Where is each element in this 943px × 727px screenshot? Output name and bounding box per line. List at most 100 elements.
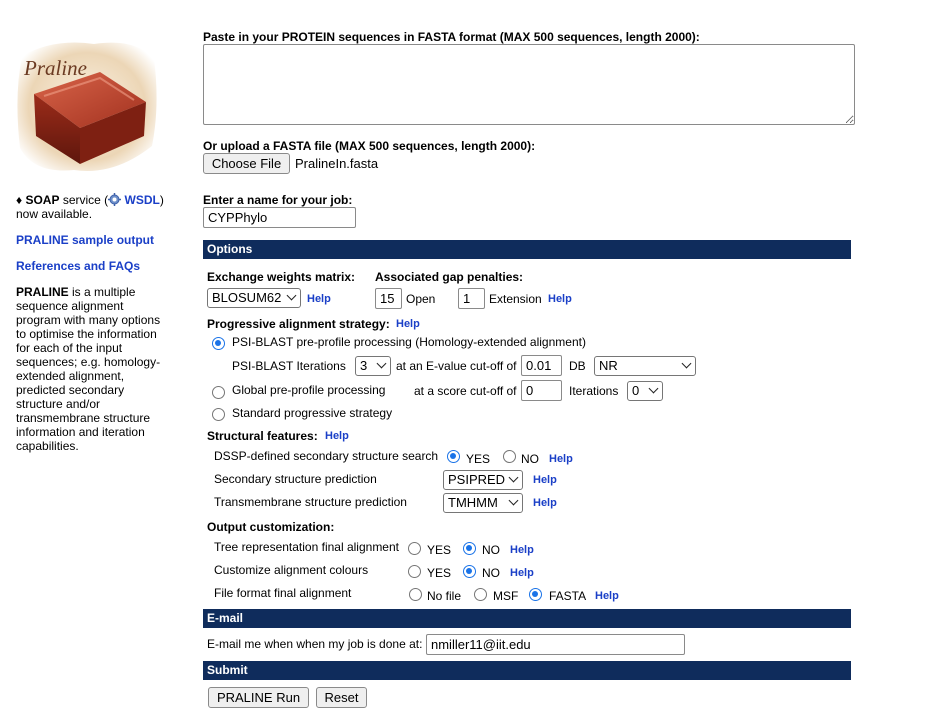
dssp-no-label: NO [521,452,539,466]
paste-label: Paste in your PROTEIN sequences in FASTA… [203,30,700,44]
tree-label: Tree representation final alignment [214,540,399,554]
iterations-value: 0 [632,383,640,398]
praline-run-button[interactable]: PRALINE Run [208,687,309,708]
email-label: E-mail me when when my job is done at: [207,637,423,651]
format-help-link[interactable]: Help [595,590,619,602]
description-line: extended alignment, [16,369,125,383]
description-line: for each of the input [16,341,123,355]
description-line: predicted secondary [16,383,125,397]
dssp-no-radio[interactable] [503,450,516,463]
standard-radio[interactable] [212,408,225,421]
file-format-label: File format final alignment [214,586,352,600]
description-line: sequences; e.g. homology- [16,355,161,369]
tree-no-label: NO [482,543,500,557]
transmembrane-label: Transmembrane structure prediction [214,495,407,509]
secondary-label: Secondary structure prediction [214,472,377,486]
psi-blast-radio[interactable] [212,337,225,350]
choose-file-button[interactable]: Choose File [203,153,290,174]
description-line: program with many options [16,313,161,327]
sample-output-link[interactable]: PRALINE sample output [16,233,154,247]
format-msf-label: MSF [493,589,519,603]
dssp-help-link[interactable]: Help [549,453,573,465]
soap-line2: now available. [16,207,93,221]
evalue-input[interactable]: 0.01 [521,355,562,376]
psi-blast-option-label: PSI-BLAST pre-profile processing (Homolo… [232,335,586,349]
db-select[interactable]: NR [594,356,696,376]
exchange-matrix-value: BLOSUM62 [212,290,282,305]
description-line: transmembrane structure [16,411,151,425]
description-bold: PRALINE [16,285,69,299]
colours-yes-radio[interactable] [408,565,421,578]
score-cutoff-label: at a score cut-off of [414,384,517,398]
secondary-help-link[interactable]: Help [533,474,557,486]
progressive-help-link[interactable]: Help [396,318,420,330]
colours-help-link[interactable]: Help [510,567,534,579]
structural-help-link[interactable]: Help [325,430,349,442]
psi-iterations-label: PSI-BLAST Iterations [232,359,346,373]
exchange-matrix-label: Exchange weights matrix: [207,270,356,284]
praline-logo: Praline [14,36,160,178]
job-name-input[interactable]: CYPPhylo [203,207,356,228]
db-value: NR [599,358,618,373]
iterations-select[interactable]: 0 [627,381,663,401]
secondary-select[interactable]: PSIPRED [443,470,523,490]
output-label: Output customization: [207,520,335,534]
gap-help-link[interactable]: Help [548,293,572,305]
progressive-label: Progressive alignment strategy: [207,317,390,331]
psi-iterations-select[interactable]: 3 [355,356,391,376]
format-msf-radio[interactable] [474,588,487,601]
exchange-matrix-select[interactable]: BLOSUM62 [207,288,301,308]
chevron-down-icon [648,383,659,394]
global-option-label: Global pre-profile processing [232,383,386,397]
reset-button[interactable]: Reset [316,687,367,708]
tree-help-link[interactable]: Help [510,544,534,556]
colours-no-radio[interactable] [463,565,476,578]
chevron-down-icon [376,358,387,369]
submit-header: Submit [203,661,851,680]
dssp-yes-radio[interactable] [447,450,460,463]
soap-notice: ♦ SOAP service ( WSDL) now available. [16,193,176,221]
logo-text: Praline [24,56,87,80]
exchange-help-link[interactable]: Help [307,293,331,305]
chevron-down-icon [508,495,519,506]
upload-label: Or upload a FASTA file (MAX 500 sequence… [203,139,536,153]
options-header: Options [203,240,851,259]
chevron-down-icon [681,358,692,369]
gap-extension-input[interactable]: 1 [458,288,485,309]
colours-no-label: NO [482,566,500,580]
description-line: is a multiple [72,285,136,299]
format-fasta-label: FASTA [549,589,587,603]
chosen-file-name: PralineIn.fasta [295,156,379,171]
description-line: information and iteration [16,425,145,439]
job-name-label: Enter a name for your job: [203,193,353,207]
tree-yes-radio[interactable] [408,542,421,555]
tree-yes-label: YES [427,543,452,557]
transmembrane-select[interactable]: TMHMM [443,493,523,513]
tree-no-radio[interactable] [463,542,476,555]
sequence-textarea[interactable] [203,44,855,125]
references-link[interactable]: References and FAQs [16,259,140,273]
soap-service-text: service ( [62,193,109,207]
format-nofile-radio[interactable] [409,588,422,601]
transmembrane-help-link[interactable]: Help [533,497,557,509]
soap-bullet: ♦ [16,193,23,207]
email-input[interactable]: nmiller11@iit.edu [426,634,685,655]
praline-description: PRALINE is a multiple sequence alignment… [16,285,176,453]
gap-open-input[interactable]: 15 [375,288,402,309]
score-cutoff-input[interactable]: 0 [521,380,562,401]
dssp-label: DSSP-defined secondary structure search [214,449,439,463]
format-nofile-label: No file [427,589,462,603]
description-line: sequence alignment [16,299,124,313]
email-header: E-mail [203,609,851,628]
dssp-yes-label: YES [466,452,491,466]
colours-label: Customize alignment colours [214,563,369,577]
chevron-down-icon [286,290,297,301]
db-label: DB [569,359,586,373]
structural-label: Structural features: [207,429,318,443]
standard-option-label: Standard progressive strategy [232,406,393,420]
format-fasta-radio[interactable] [529,588,542,601]
wsdl-link[interactable]: WSDL [125,193,160,207]
secondary-value: PSIPRED [448,472,506,487]
chevron-down-icon [508,472,519,483]
global-radio[interactable] [212,386,225,399]
